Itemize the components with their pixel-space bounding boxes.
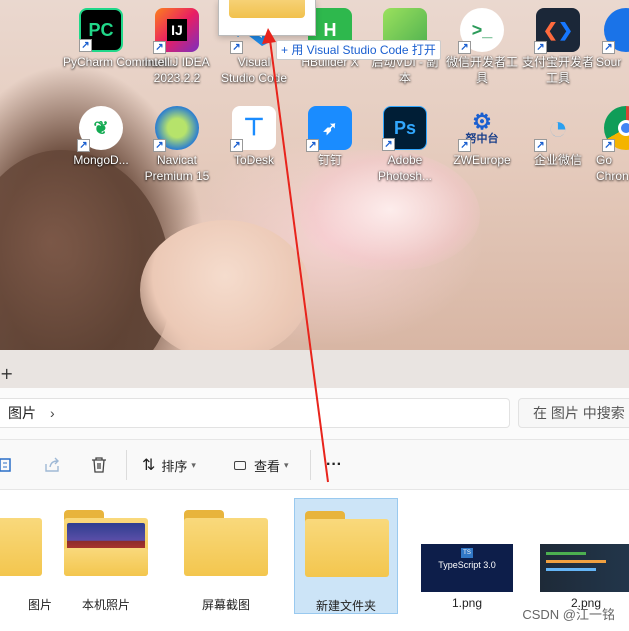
- chevron-down-icon: ▾: [191, 459, 196, 470]
- breadcrumb-pictures[interactable]: 图片: [8, 405, 36, 421]
- desktop-icon-photoshop[interactable]: Ps ↗ Adobe Photosh...: [367, 106, 443, 184]
- folder-item[interactable]: 屏幕截图: [174, 498, 278, 614]
- desktop-icon-sourcetree[interactable]: ↗ Sour: [596, 8, 629, 70]
- folder-icon: [229, 0, 305, 18]
- wallpaper-face: [140, 220, 310, 350]
- desktop-wallpaper: PC ↗ PyCharm Communi... IJ ↗ IntelliJ IDEA…: [0, 0, 629, 350]
- chrome-icon: ↗: [602, 106, 629, 152]
- command-bar: ⇅ 排序 ▾ 查看 ▾ ···: [0, 440, 629, 490]
- photo-folder-icon: [64, 510, 148, 576]
- view-icon: [234, 460, 246, 470]
- mongodb-leaf-icon: ❦ ↗: [77, 106, 123, 152]
- tab-bar: +: [0, 350, 629, 388]
- folder-icon: [305, 511, 389, 577]
- search-input[interactable]: 在 图片 中搜索: [518, 398, 629, 428]
- share-button[interactable]: [44, 452, 62, 478]
- delete-button[interactable]: [91, 452, 107, 478]
- rename-button[interactable]: [0, 452, 14, 478]
- navicat-icon: ↗: [153, 106, 199, 152]
- trash-icon: [92, 457, 106, 473]
- desktop-icon-wecom[interactable]: ◔ ↗ 企业微信: [520, 106, 596, 168]
- file-item[interactable]: 2.png: [534, 498, 629, 614]
- dingtalk-icon: ➶ ↗: [306, 106, 352, 152]
- desktop-icon-chrome[interactable]: ↗ Go Chron: [596, 106, 629, 184]
- file-explorer-window: + 图片 › 在 图片 中搜索 ⇅ 排序 ▾ 查看 ▾ ··· 图片 本机照片 …: [0, 350, 629, 631]
- add-tab-button[interactable]: +: [0, 364, 13, 383]
- sort-arrows-icon: ⇅: [142, 457, 156, 474]
- address-bar[interactable]: 图片 ›: [0, 398, 510, 428]
- desktop-icon-label: PyCharm Communi...: [63, 55, 178, 69]
- pycharm-icon: PC ↗: [79, 8, 123, 52]
- chevron-right-icon[interactable]: ›: [50, 405, 55, 421]
- more-options-button[interactable]: ···: [326, 452, 342, 478]
- toolbar-divider: [310, 450, 311, 480]
- folder-item-selected[interactable]: 新建文件夹: [294, 498, 398, 614]
- toolbar-divider: [126, 450, 127, 480]
- alipay-devtools-icon: ❮ ❯ ↗: [534, 8, 580, 54]
- desktop-icon-intellij[interactable]: IJ ↗ IntelliJ IDEA 2023.2.2: [139, 8, 215, 86]
- desktop-icon-wechat-devtools[interactable]: >_ ↗ 微信开发者工 具: [444, 8, 520, 86]
- watermark: CSDN @江一铭: [522, 607, 615, 622]
- image-thumbnail: TS TypeScript 3.0: [421, 544, 513, 592]
- desktop-icon-zweurope[interactable]: ⚙ 努中台 ↗ ZWEurope: [444, 106, 520, 168]
- chevron-down-icon: ▾: [284, 459, 289, 470]
- address-row: 图片 › 在 图片 中搜索: [0, 388, 629, 440]
- desktop-icon-dingtalk[interactable]: ➶ ↗ 钉钉: [292, 106, 368, 168]
- image-thumbnail: [540, 544, 629, 592]
- desktop-icon-label: IntelliJ IDEA: [144, 55, 210, 69]
- folder-item[interactable]: 图片: [0, 498, 52, 614]
- sort-label: 排序: [161, 458, 188, 474]
- intellij-icon: IJ ↗: [153, 8, 199, 54]
- file-item[interactable]: TS TypeScript 3.0 1.png: [415, 498, 519, 614]
- desktop-icon-mongodb[interactable]: ❦ ↗ MongoD...: [63, 106, 139, 168]
- folder-icon: [0, 510, 42, 576]
- folder-item[interactable]: 本机照片: [54, 498, 158, 614]
- folder-icon: [184, 510, 268, 576]
- share-icon: [45, 457, 59, 472]
- todesk-icon: ⊤ ↗: [230, 106, 276, 152]
- desktop-icon-alipay-devtools[interactable]: ❮ ❯ ↗ 支付宝开发者 工具: [520, 8, 596, 86]
- rename-icon: [0, 458, 11, 472]
- view-label: 查看: [254, 458, 281, 474]
- file-list: 图片 本机照片 屏幕截图 新建文件夹 TS TypeScript 3.0 1.p…: [0, 490, 629, 631]
- photoshop-icon: Ps ↗: [382, 106, 427, 151]
- desktop-icon-navicat[interactable]: ↗ Navicat Premium 15: [139, 106, 215, 184]
- sourcetree-icon: ↗: [602, 8, 629, 54]
- wechat-devtools-icon: >_ ↗: [458, 8, 504, 54]
- desktop-icon-pycharm[interactable]: PC ↗ PyCharm Communi...: [63, 8, 178, 70]
- wecom-icon: ◔ ↗: [534, 106, 580, 152]
- view-button[interactable]: 查看 ▾: [234, 452, 289, 478]
- zw-gear-icon: ⚙ 努中台 ↗: [458, 106, 504, 152]
- drag-tooltip: + 用 Visual Studio Code 打开: [276, 40, 441, 60]
- sort-button[interactable]: ⇅ 排序 ▾: [142, 452, 196, 478]
- dragged-folder-preview: [218, 0, 316, 36]
- desktop-icon-todesk[interactable]: ⊤ ↗ ToDesk: [216, 106, 292, 168]
